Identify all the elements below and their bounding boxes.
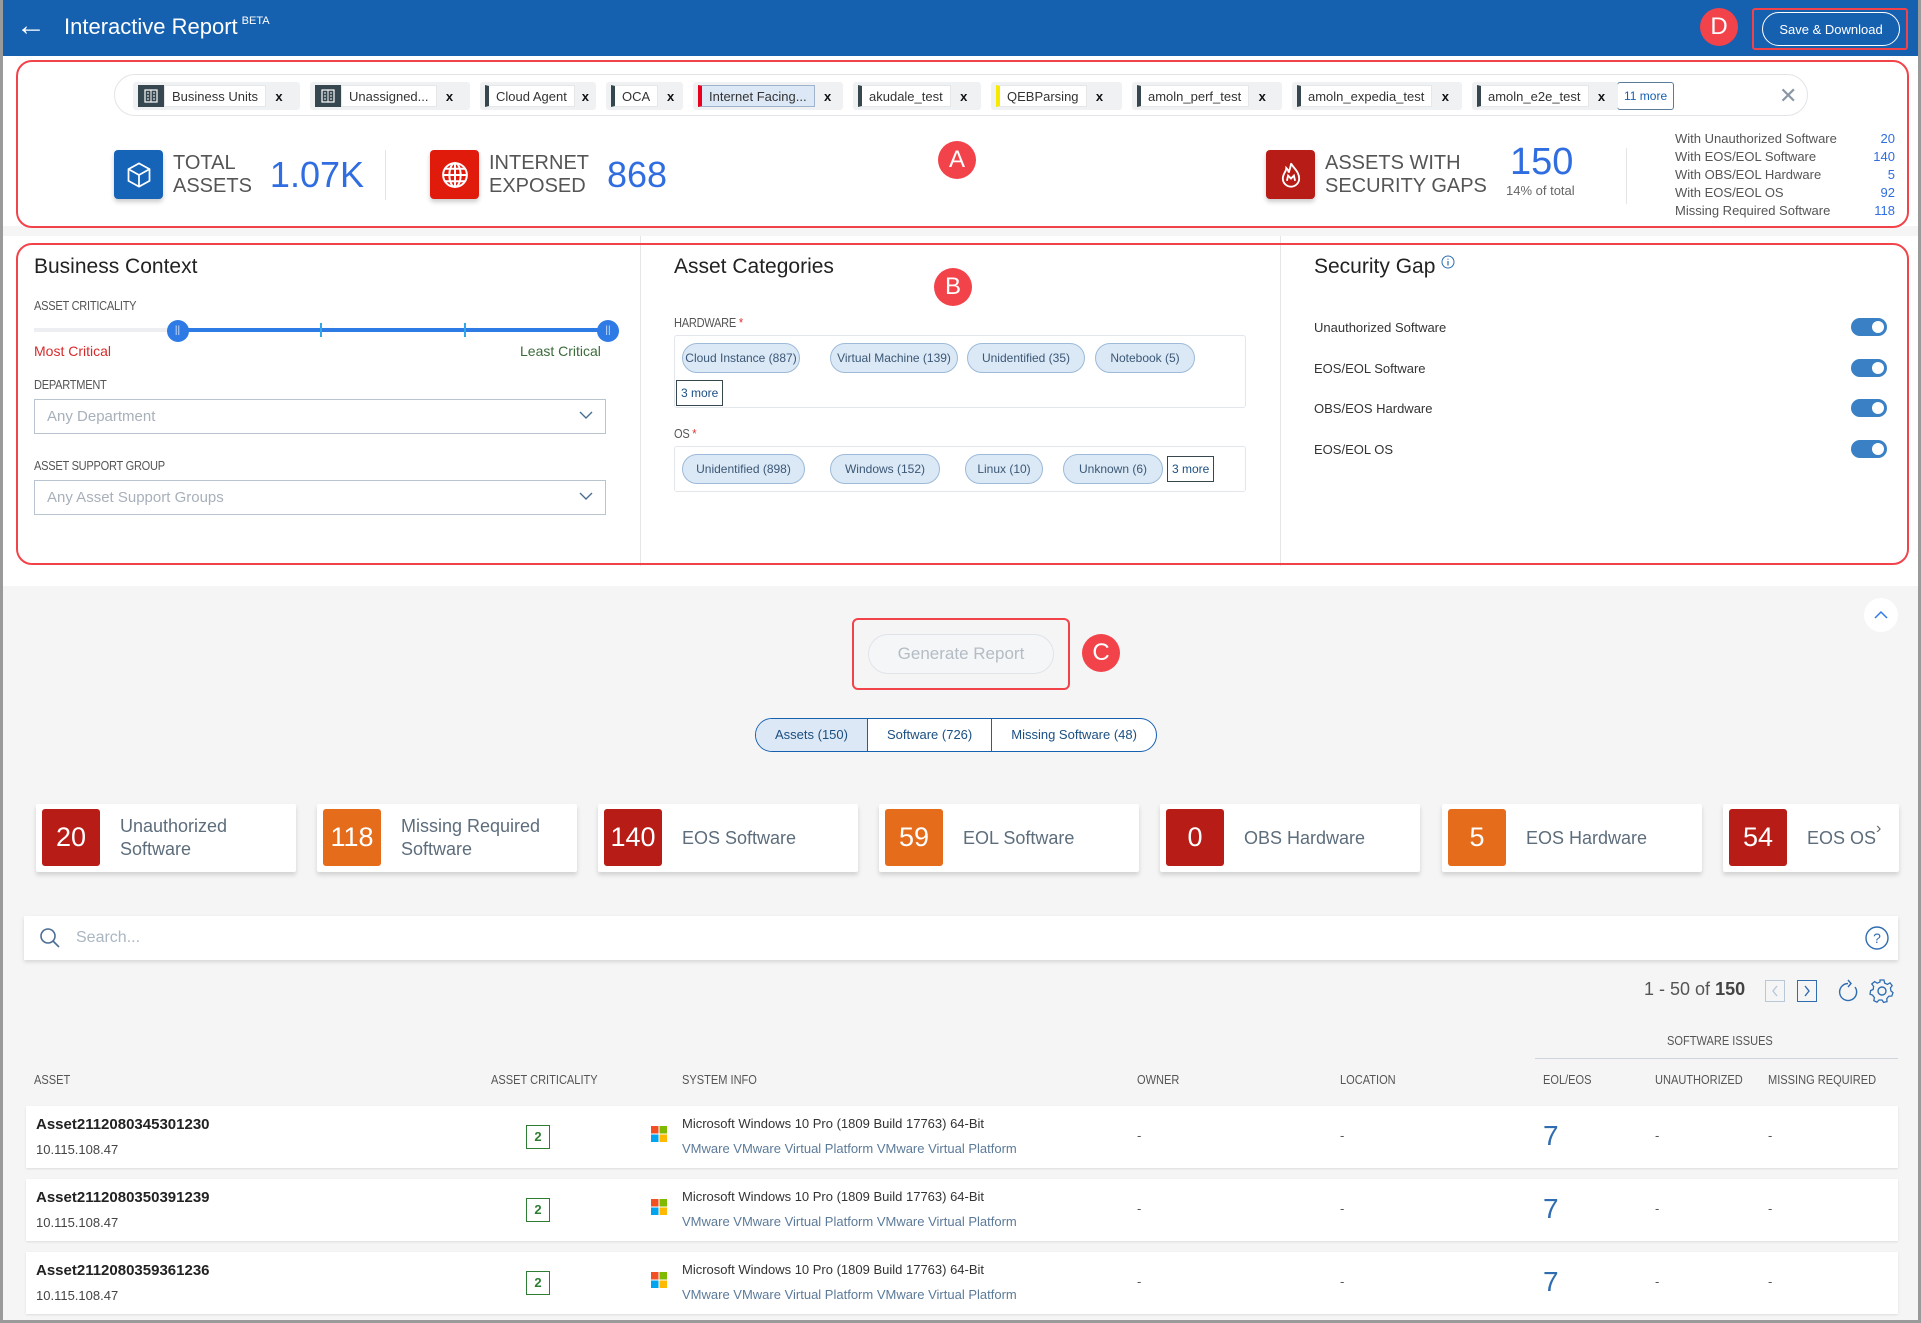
window-frame — [0, 0, 1921, 1323]
